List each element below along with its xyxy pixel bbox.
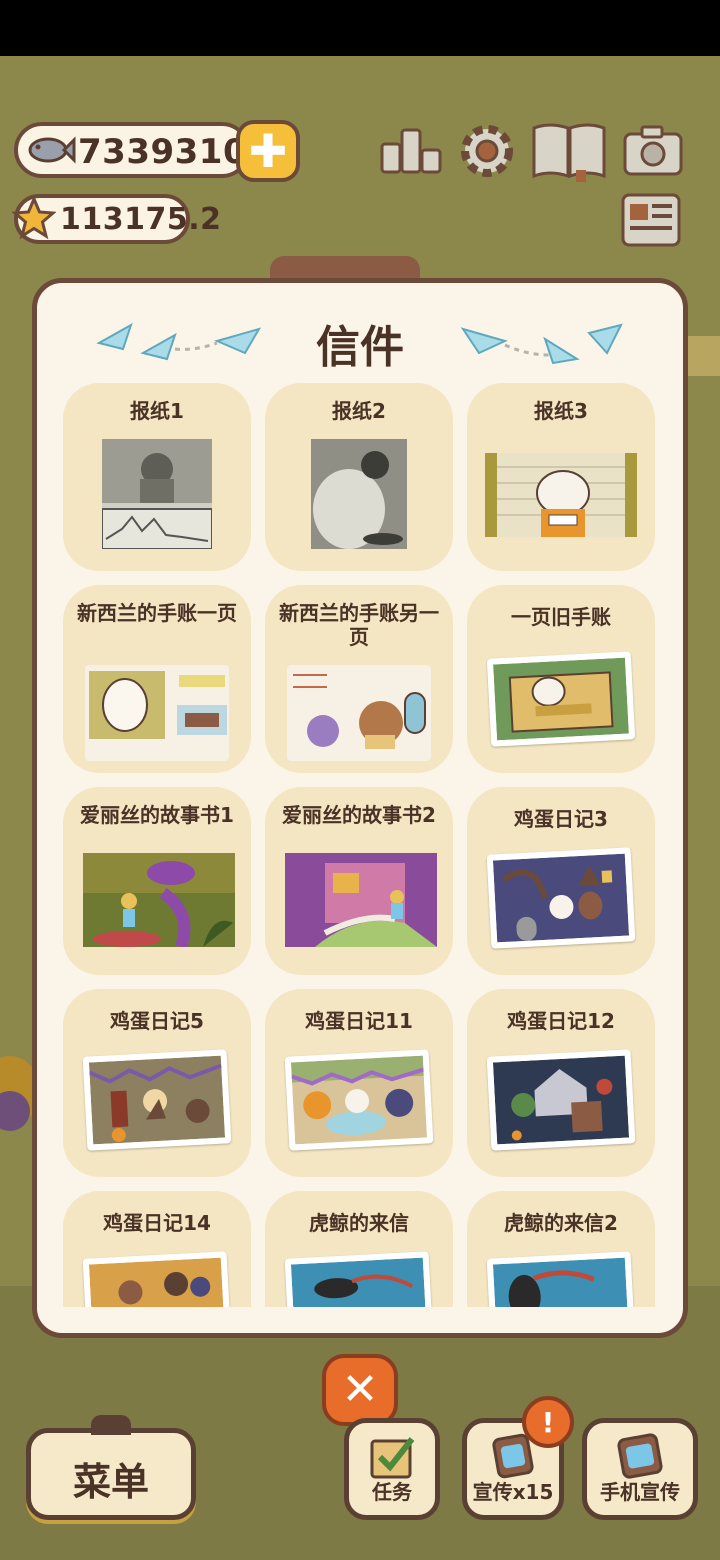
letter-thumbnail xyxy=(486,1251,636,1307)
letter-card-egg-diary-12[interactable]: 鸡蛋日记12 xyxy=(467,989,655,1177)
letter-card-title: 鸡蛋日记12 xyxy=(507,1009,615,1033)
letter-thumbnail xyxy=(284,1049,434,1151)
letter-card-orca-letter-2[interactable]: 虎鲸的来信2 xyxy=(467,1191,655,1307)
letter-card-newspaper-2[interactable]: 报纸2 xyxy=(265,383,453,571)
menu-button[interactable]: 菜单 xyxy=(26,1415,196,1520)
fish-icon xyxy=(28,136,76,164)
phone-icon xyxy=(617,1433,663,1479)
letter-card-title: 鸡蛋日记11 xyxy=(305,1009,413,1033)
letter-card-egg-diary-5[interactable]: 鸡蛋日记5 xyxy=(63,989,251,1177)
menu-button-label: 菜单 xyxy=(72,1460,149,1504)
add-fish-button[interactable]: ✚ xyxy=(236,120,300,182)
status-bar xyxy=(0,0,720,56)
tasks-button[interactable]: 任务 xyxy=(344,1418,440,1520)
tasks-label: 任务 xyxy=(372,1480,412,1504)
letter-card-alice-2[interactable]: 爱丽丝的故事书2 xyxy=(265,787,453,975)
letter-thumbnail xyxy=(82,1251,232,1307)
letter-card-title: 一页旧手账 xyxy=(511,605,611,629)
letters-modal: 信件 报纸1 报纸2 报纸3 新西兰的手账一页 新西兰的手账另一页 一页旧手账 … xyxy=(32,278,688,1338)
phone-promote-button[interactable]: 手机宣传 xyxy=(582,1418,698,1520)
letter-card-egg-diary-3[interactable]: 鸡蛋日记3 xyxy=(467,787,655,975)
letter-card-alice-1[interactable]: 爱丽丝的故事书1 xyxy=(63,787,251,975)
letter-thumbnail xyxy=(83,853,235,949)
star-icon xyxy=(12,196,56,240)
letter-thumbnail xyxy=(311,439,407,549)
plus-icon: ✚ xyxy=(248,124,288,178)
fish-currency-bar: 7339310 xyxy=(14,122,250,178)
letter-card-title: 爱丽丝的故事书1 xyxy=(80,803,234,827)
letter-card-old-journal[interactable]: 一页旧手账 xyxy=(467,585,655,773)
letter-card-title: 虎鲸的来信 xyxy=(309,1211,409,1235)
letter-card-egg-diary-14[interactable]: 鸡蛋日记14 xyxy=(63,1191,251,1307)
letter-card-nz-journal-1[interactable]: 新西兰的手账一页 xyxy=(63,585,251,773)
letter-card-title: 虎鲸的来信2 xyxy=(504,1211,618,1235)
letter-card-title: 新西兰的手账另一页 xyxy=(279,601,439,649)
ranking-icon xyxy=(380,128,442,174)
book-icon xyxy=(532,123,606,182)
letter-card-orca-letter[interactable]: 虎鲸的来信 xyxy=(265,1191,453,1307)
letter-thumbnail xyxy=(485,453,637,537)
fish-count: 7339310 xyxy=(78,132,248,172)
letter-card-title: 报纸2 xyxy=(332,399,386,423)
star-currency-bar: 113175.2 xyxy=(12,194,221,244)
paper-plane-decoration-right xyxy=(460,323,623,365)
letter-card-title: 新西兰的手账一页 xyxy=(77,601,237,625)
letter-card-title: 报纸1 xyxy=(130,399,184,423)
letter-card-title: 鸡蛋日记5 xyxy=(110,1009,204,1033)
promote-label: 宣传x15 xyxy=(472,1480,554,1504)
close-button[interactable]: ✕ xyxy=(322,1354,398,1426)
letter-card-nz-journal-2[interactable]: 新西兰的手账另一页 xyxy=(265,585,453,773)
letter-thumbnail xyxy=(486,847,636,949)
settings-button[interactable] xyxy=(456,120,518,182)
camera-icon xyxy=(623,125,683,176)
letter-card-title: 报纸3 xyxy=(534,399,588,423)
letter-card-title: 鸡蛋日记14 xyxy=(103,1211,211,1235)
ranking-button[interactable] xyxy=(380,122,442,180)
letter-thumbnail xyxy=(285,853,437,947)
cat-book-button[interactable] xyxy=(530,120,608,182)
letter-thumbnail xyxy=(101,439,213,550)
letter-card-newspaper-3[interactable]: 报纸3 xyxy=(467,383,655,571)
alert-badge: ! xyxy=(522,1396,574,1448)
letter-card-title: 爱丽丝的故事书2 xyxy=(282,803,436,827)
letter-thumbnail xyxy=(287,665,431,761)
checklist-icon xyxy=(370,1437,415,1479)
letter-thumbnail xyxy=(486,1049,636,1151)
camera-button[interactable] xyxy=(622,124,684,178)
settings-gear-icon xyxy=(461,125,513,177)
letters-grid[interactable]: 报纸1 报纸2 报纸3 新西兰的手账一页 新西兰的手账另一页 一页旧手账 爱丽丝… xyxy=(63,383,663,1307)
star-count: 113175.2 xyxy=(60,202,222,237)
newspaper-button[interactable] xyxy=(620,192,682,248)
letter-thumbnail xyxy=(284,1251,434,1307)
newspaper-icon xyxy=(621,193,681,247)
phone-promote-label: 手机宣传 xyxy=(600,1480,680,1504)
clipboard-clip-icon xyxy=(91,1415,131,1435)
letter-thumbnail xyxy=(486,651,636,747)
letter-card-egg-diary-11[interactable]: 鸡蛋日记11 xyxy=(265,989,453,1177)
letter-thumbnail xyxy=(85,665,229,761)
letter-card-title: 鸡蛋日记3 xyxy=(514,807,608,831)
close-icon: ✕ xyxy=(341,1364,379,1415)
letter-thumbnail xyxy=(82,1049,232,1151)
letter-card-newspaper-1[interactable]: 报纸1 xyxy=(63,383,251,571)
